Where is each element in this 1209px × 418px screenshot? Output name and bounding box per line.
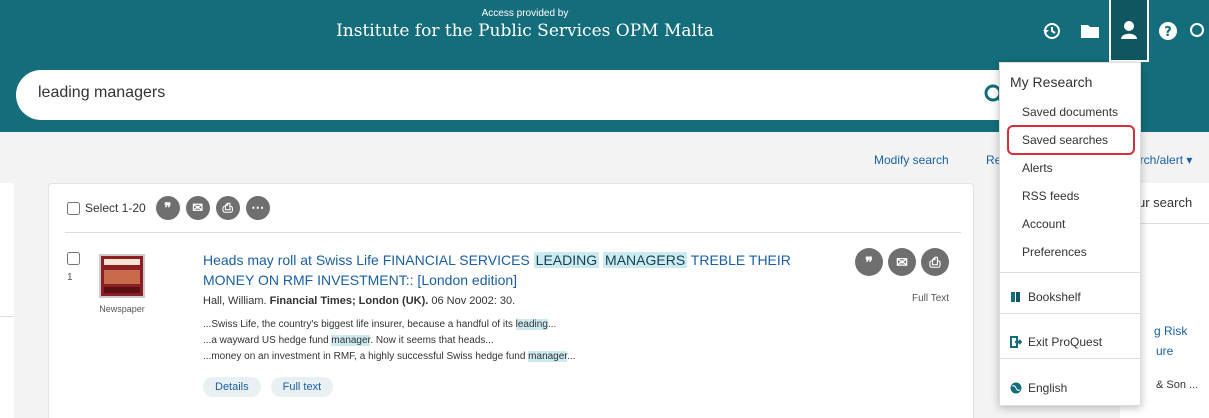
record-snippet: ...money on an investment in RMF, a high…	[203, 351, 576, 362]
email-icon[interactable]: ✉	[888, 248, 916, 276]
record-snippet: ...a wayward US hedge fund manager. Now …	[203, 335, 494, 346]
related-link[interactable]: ure	[1156, 344, 1173, 358]
top-icon-bar: ?	[1033, 0, 1209, 62]
menu-exit-proquest[interactable]: Exit ProQuest	[1010, 335, 1102, 349]
help-icon[interactable]: ?	[1149, 0, 1187, 62]
record-snippet: ...Swiss Life, the country's biggest lif…	[203, 319, 557, 330]
menu-bookshelf[interactable]: Bookshelf	[1010, 290, 1081, 304]
save-search-alert-link[interactable]: arch/alert ▾	[1133, 153, 1192, 167]
print-icon[interactable]: ⎙	[921, 248, 949, 276]
menu-saved-searches[interactable]: Saved searches	[1007, 125, 1135, 155]
menu-preferences[interactable]: Preferences	[1022, 245, 1087, 259]
left-panel-divider	[0, 316, 14, 317]
record-byline: Hall, William. Financial Times; London (…	[203, 295, 516, 307]
select-all-label: Select 1-20	[85, 201, 146, 215]
full-text-label: Full Text	[912, 293, 950, 304]
select-all-checkbox[interactable]	[67, 201, 80, 215]
search-icon[interactable]	[1187, 0, 1209, 62]
top-banner: Access provided by Institute for the Pub…	[0, 0, 1209, 62]
print-icon[interactable]: ⎙	[215, 196, 240, 220]
full-text-button[interactable]: Full text	[270, 377, 334, 397]
institution-name: Institute for the Public Services OPM Ma…	[336, 21, 714, 41]
search-box	[16, 70, 1022, 120]
menu-language[interactable]: English	[1010, 381, 1067, 395]
related-source: & Son ...	[1156, 379, 1199, 391]
search-input[interactable]	[38, 84, 938, 102]
svg-text:?: ?	[1164, 25, 1172, 40]
dropdown-divider	[1000, 358, 1140, 359]
bookshelf-icon	[1010, 291, 1022, 303]
results-divider	[65, 232, 961, 233]
record-checkbox[interactable]	[67, 252, 80, 265]
more-icon[interactable]: ⋯	[245, 196, 270, 220]
record-tool-buttons: ❞ ✉ ⎙	[855, 248, 954, 276]
menu-alerts[interactable]: Alerts	[1022, 161, 1053, 175]
right-heading: ur search	[1138, 195, 1193, 210]
user-icon[interactable]	[1109, 0, 1149, 62]
record-title-link[interactable]: Heads may roll at Swiss Life FINANCIAL S…	[203, 250, 843, 290]
globe-icon	[1010, 382, 1022, 394]
record-actions: Details Full text	[203, 377, 343, 397]
bulk-actions: ❞ ✉ ⎙ ⋯	[155, 196, 276, 220]
highlight-term: LEADING	[533, 252, 600, 268]
select-row: Select 1-20 ❞ ✉ ⎙ ⋯	[67, 196, 276, 220]
cite-icon[interactable]: ❞	[855, 248, 883, 276]
menu-saved-documents[interactable]: Saved documents	[1022, 105, 1118, 119]
exit-icon	[1010, 336, 1023, 348]
dropdown-heading: My Research	[1010, 74, 1093, 90]
newspaper-thumbnail[interactable]	[99, 254, 145, 298]
related-link[interactable]: g Risk	[1154, 324, 1187, 338]
access-label: Access provided by	[481, 8, 569, 19]
left-filter-panel	[0, 183, 14, 418]
highlight-term: MANAGERS	[603, 252, 688, 268]
history-icon[interactable]	[1033, 0, 1071, 62]
email-icon[interactable]: ✉	[185, 196, 210, 220]
details-button[interactable]: Details	[203, 377, 261, 397]
record-type: Newspaper	[99, 304, 145, 314]
record-number: 1	[67, 272, 73, 283]
record-source: Financial Times; London (UK).	[269, 295, 429, 307]
folder-icon[interactable]	[1071, 0, 1109, 62]
dropdown-divider	[1000, 313, 1140, 314]
dropdown-divider	[1000, 272, 1140, 273]
menu-rss-feeds[interactable]: RSS feeds	[1022, 189, 1079, 203]
access-provider: Access provided by Institute for the Pub…	[0, 8, 1050, 41]
results-panel: Select 1-20 ❞ ✉ ⎙ ⋯ 1 Newspaper Heads ma…	[48, 183, 974, 418]
modify-search-link[interactable]: Modify search	[874, 153, 949, 167]
menu-account[interactable]: Account	[1022, 217, 1065, 231]
my-research-dropdown: My Research Saved documents Saved search…	[999, 62, 1141, 406]
cite-icon[interactable]: ❞	[155, 196, 180, 220]
